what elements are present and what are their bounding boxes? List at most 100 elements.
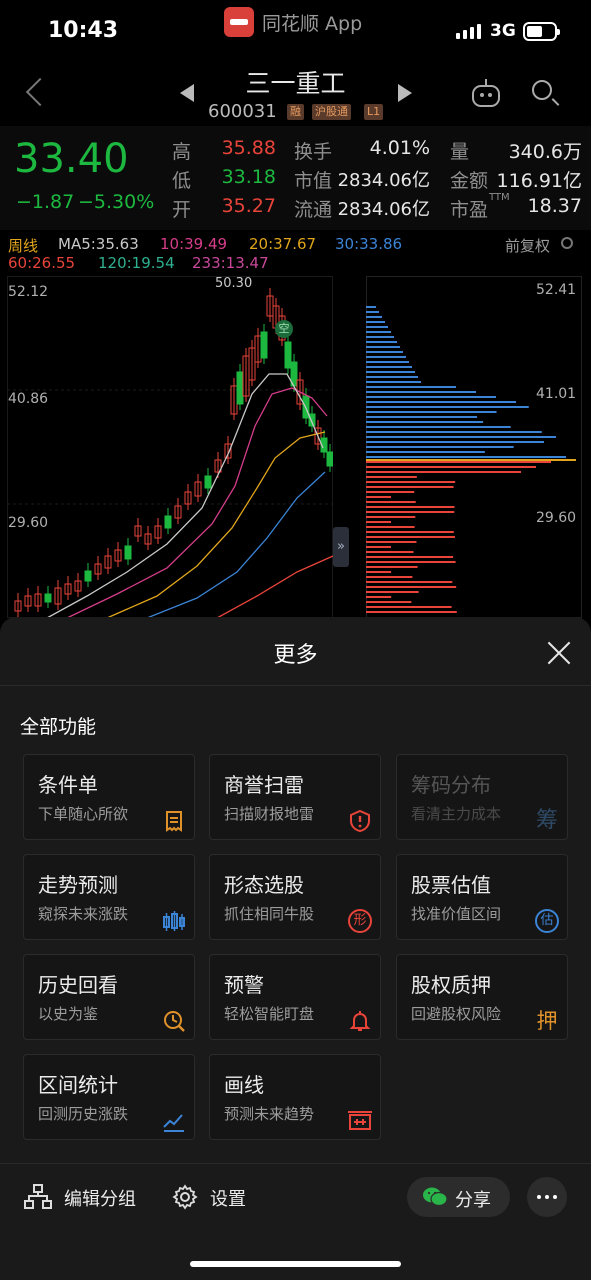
chip-bar xyxy=(366,466,536,468)
wechat-icon xyxy=(423,1187,448,1207)
chip-bar xyxy=(366,446,514,448)
period-tab[interactable]: 周线 xyxy=(8,235,38,256)
value-mktcap: 2834.06亿 xyxy=(337,170,430,191)
drawline-icon xyxy=(348,1111,372,1130)
chip-bar xyxy=(366,461,551,463)
chip-bar xyxy=(366,441,544,443)
chip-bar xyxy=(366,306,376,308)
feature-goodwill-scan[interactable]: 商誉扫雷 扫描财报地雷 xyxy=(209,754,381,840)
chip-bar xyxy=(366,316,382,318)
feature-draw-line[interactable]: 画线 预测未来趋势 xyxy=(209,1054,381,1140)
feature-title: 历史回看 xyxy=(38,973,118,997)
feature-sub: 看清主力成本 xyxy=(411,805,502,823)
feature-sub: 扫描财报地雷 xyxy=(224,805,315,823)
signal-icon xyxy=(456,24,481,39)
feature-title: 商誉扫雷 xyxy=(224,773,304,797)
feature-history-review[interactable]: 历史回看 以史为鉴 xyxy=(23,954,195,1040)
sheet-divider xyxy=(0,685,591,686)
chip-bar xyxy=(366,321,385,323)
label-turnover: 换手 xyxy=(294,141,333,163)
more-options-button[interactable] xyxy=(527,1177,567,1217)
tag-margin: 融 xyxy=(287,104,304,120)
candle-body xyxy=(164,515,172,529)
feature-sub: 预测未来趋势 xyxy=(224,1105,315,1123)
settings-icon[interactable] xyxy=(172,1184,198,1210)
feature-sub: 回测历史涨跌 xyxy=(38,1105,129,1123)
chip-bar xyxy=(366,571,392,573)
clock-icon xyxy=(164,1011,185,1032)
settings-button[interactable]: 设置 xyxy=(210,1185,246,1211)
chip-bar xyxy=(366,476,417,478)
label-low: 低 xyxy=(172,170,192,192)
chip-bar xyxy=(366,411,497,413)
feature-chip-distribution[interactable]: 筹码分布 看清主力成本 筹 xyxy=(396,754,568,840)
feature-sub: 以史为鉴 xyxy=(38,1005,99,1023)
chip-bar xyxy=(366,471,521,473)
feature-title: 条件单 xyxy=(38,773,98,797)
chip-bar xyxy=(366,516,416,518)
tag-connect: 沪股通 xyxy=(312,104,351,120)
expand-chips-handle[interactable]: » xyxy=(333,527,349,567)
chip-bar xyxy=(366,511,455,513)
chip-bar xyxy=(366,431,542,433)
label-high: 高 xyxy=(172,141,192,163)
price-change: −1.87 xyxy=(16,191,75,213)
chip-bar xyxy=(366,341,397,343)
group-tree-icon[interactable] xyxy=(24,1184,52,1210)
chip-bar xyxy=(366,311,379,313)
value-float: 2834.06亿 xyxy=(337,199,430,220)
settings-gear-icon[interactable] xyxy=(561,237,573,249)
close-icon[interactable] xyxy=(546,640,572,666)
tag-level: L1 xyxy=(364,104,384,120)
short-signal-badge: 空 xyxy=(275,320,293,338)
chip-label-mid: 41.01 xyxy=(536,386,577,402)
chip-distribution-chart[interactable] xyxy=(366,276,582,618)
app-chip[interactable]: 同花顺 App xyxy=(224,7,362,37)
chip-bar xyxy=(366,546,392,548)
feature-trend-forecast[interactable]: 走势预测 窥探未来涨跌 xyxy=(23,854,195,940)
chip-bar xyxy=(366,391,476,393)
chip-bar xyxy=(366,586,457,588)
trend-icon xyxy=(163,1114,184,1132)
chip-bar xyxy=(366,581,453,583)
chip-bar xyxy=(366,596,392,598)
value-pe: 18.37 xyxy=(527,195,582,217)
network-label: 3G xyxy=(490,21,516,41)
ya-icon: 押 xyxy=(536,1009,558,1033)
chip-bar xyxy=(366,576,413,578)
chip-bar xyxy=(366,606,452,608)
feature-conditional-order[interactable]: 条件单 下单随心所欲 xyxy=(23,754,195,840)
footer-divider xyxy=(0,1163,591,1164)
chip-bar xyxy=(366,526,415,528)
price-change-pct: −5.30% xyxy=(78,191,155,213)
feature-pattern-select[interactable]: 形态选股 抓住相同牛股 形 xyxy=(209,854,381,940)
adjust-label[interactable]: 前复权 xyxy=(505,235,550,256)
edit-group-button[interactable]: 编辑分组 xyxy=(64,1185,136,1211)
chip-bar xyxy=(366,531,454,533)
chip-bar xyxy=(366,336,394,338)
search-icon[interactable] xyxy=(532,80,552,100)
chip-bar xyxy=(366,436,556,438)
chip-bar xyxy=(366,451,485,453)
feature-sub: 下单随心所欲 xyxy=(38,805,129,823)
feature-title: 股权质押 xyxy=(411,973,491,997)
ma30-label: 30:33.86 xyxy=(335,235,403,253)
feature-valuation[interactable]: 股票估值 找准价值区间 估 xyxy=(396,854,568,940)
chip-bar xyxy=(366,386,456,388)
feature-equity-pledge[interactable]: 股权质押 回避股权风险 押 xyxy=(396,954,568,1040)
candle-body xyxy=(84,570,92,582)
gu-icon: 估 xyxy=(535,909,559,933)
chip-bar xyxy=(366,406,529,408)
robot-icon[interactable] xyxy=(472,79,500,107)
feature-range-stats[interactable]: 区间统计 回测历史涨跌 xyxy=(23,1054,195,1140)
feature-sub: 窥探未来涨跌 xyxy=(38,905,129,923)
bell-icon xyxy=(349,1011,371,1031)
chip-bar xyxy=(366,356,406,358)
chip-bar xyxy=(366,366,412,368)
chip-bar xyxy=(366,501,416,503)
ma60-label: 60:26.55 xyxy=(8,254,76,272)
chip-bar xyxy=(366,426,511,428)
feature-alert[interactable]: 预警 轻松智能盯盘 xyxy=(209,954,381,1040)
ma10-label: 10:39.49 xyxy=(160,235,228,253)
home-indicator xyxy=(190,1261,401,1267)
